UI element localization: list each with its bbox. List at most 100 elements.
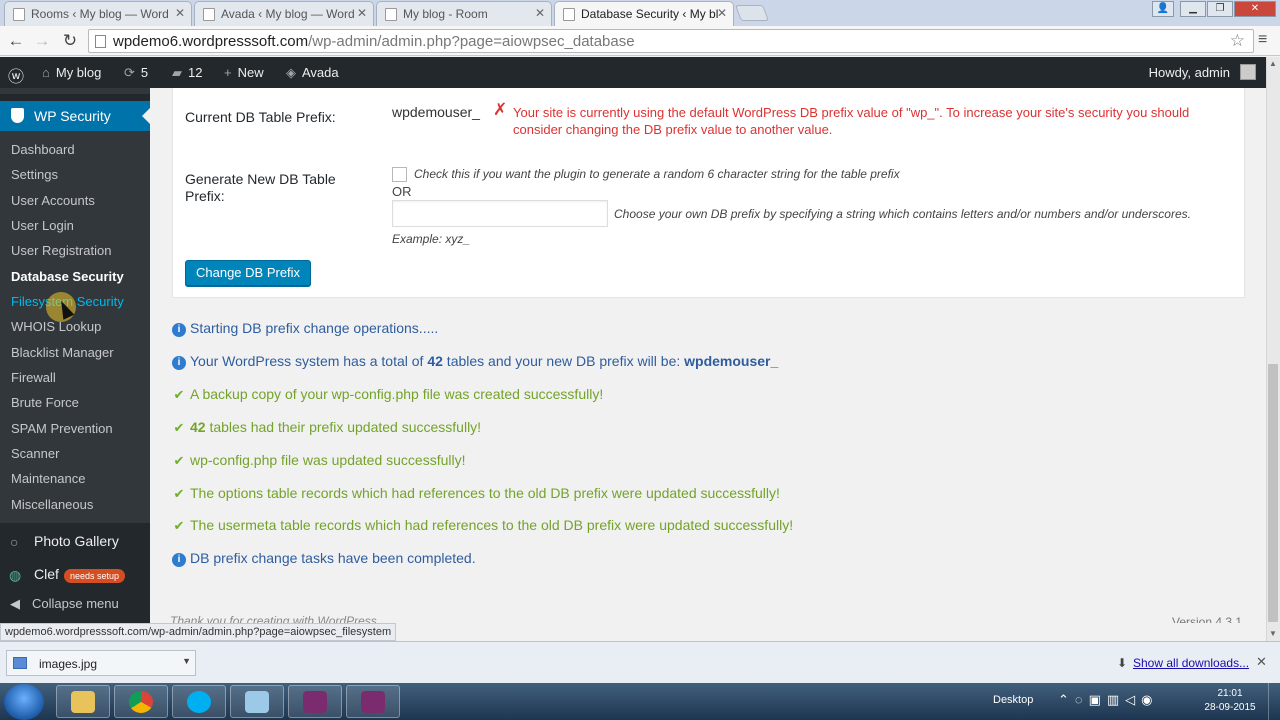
system-clock[interactable]: 21:01 28-09-2015 [1200, 687, 1260, 715]
circle-icon: ○ [10, 534, 19, 550]
show-desktop-button[interactable] [1268, 683, 1280, 720]
close-icon[interactable]: ✕ [535, 6, 545, 20]
greeting: Howdy, admin [1148, 65, 1230, 80]
address-bar[interactable]: wpdemo6.wordpresssoft.com/wp-admin/admin… [88, 29, 1254, 53]
clock-date: 28-09-2015 [1204, 702, 1256, 713]
scroll-up-arrow-icon[interactable]: ▲ [1266, 57, 1280, 71]
browser-tab[interactable]: Rooms ‹ My blog — Word ✕ [4, 1, 192, 26]
download-arrow-icon: ⬇ [1117, 656, 1128, 670]
close-icon[interactable]: ✕ [357, 6, 367, 20]
scroll-down-arrow-icon[interactable]: ▼ [1266, 627, 1280, 641]
submenu-brute-force[interactable]: Brute Force [11, 395, 79, 410]
active-menu-arrow [142, 108, 150, 124]
submenu-user-login[interactable]: User Login [11, 218, 74, 233]
browser-tab[interactable]: My blog - Room ✕ [376, 1, 552, 26]
clef-icon: ◍ [9, 567, 22, 583]
footer-version: Version 4.3.1 [1172, 615, 1243, 623]
browser-menu-icon[interactable]: ≡ [1258, 31, 1267, 49]
success-message: ✔ wp-config.php file was updated successf… [172, 452, 466, 469]
submenu-blacklist-manager[interactable]: Blacklist Manager [11, 345, 114, 360]
sidebar-item-clef[interactable]: ◍ Clef needs setup [0, 559, 150, 589]
user-icon[interactable]: 👤 [1152, 1, 1174, 17]
taskbar-notes[interactable] [230, 685, 284, 718]
bookmark-star-icon[interactable]: ☆ [1230, 31, 1245, 51]
taskbar-recorder[interactable] [288, 685, 342, 718]
tab-title: My blog - Room [403, 7, 488, 21]
desktop-toolbar-label[interactable]: Desktop [993, 694, 1033, 706]
submenu-user-registration[interactable]: User Registration [11, 243, 111, 258]
info-icon: i [172, 356, 186, 370]
forward-button[interactable]: → [31, 30, 53, 52]
taskbar-chrome[interactable] [114, 685, 168, 718]
taskbar-recorder-2[interactable] [346, 685, 400, 718]
close-icon[interactable]: ✕ [175, 6, 185, 20]
sidebar-top-edge [0, 88, 150, 94]
browser-tab[interactable]: Avada ‹ My blog — Word ✕ [194, 1, 374, 26]
prefix-warning: Your site is currently using the default… [513, 105, 1190, 137]
download-bar: images.jpg ▼ ⬇ Show all downloads... ✕ [0, 641, 1280, 683]
message-text: The usermeta table records which had ref… [190, 517, 794, 533]
status-bar-url: wpdemo6.wordpresssoft.com/wp-admin/admin… [0, 623, 397, 641]
change-db-prefix-button[interactable]: Change DB Prefix [185, 260, 312, 286]
taskbar-skype[interactable] [172, 685, 226, 718]
wordpress-logo-icon[interactable]: ⓦ [8, 63, 24, 87]
checkmark-icon: ✔ [173, 453, 185, 468]
site-name: My blog [55, 65, 102, 80]
browser-tab-active[interactable]: Database Security ‹ My bl ✕ [554, 1, 734, 26]
submenu-scanner[interactable]: Scanner [11, 446, 59, 461]
scrollbar-thumb[interactable] [1268, 364, 1278, 622]
footer-thanks: Thank you for creating with WordPress. [170, 614, 381, 623]
page-icon [563, 8, 575, 21]
url-path: /wp-admin/admin.php?page=aiowpsec_databa… [308, 33, 635, 50]
new-content-link[interactable]: + New [224, 65, 264, 80]
updates-count: 5 [140, 65, 149, 80]
start-button[interactable] [4, 684, 44, 720]
sidebar-item-label: Clef [34, 566, 59, 582]
sidebar-item-photo-gallery[interactable]: ○ Photo Gallery [0, 526, 150, 556]
screen: Rooms ‹ My blog — Word ✕ Avada ‹ My blog … [0, 0, 1280, 720]
clock-time: 21:01 [1217, 688, 1243, 699]
show-all-downloads-link[interactable]: Show all downloads... [1133, 656, 1249, 670]
submenu-spam-prevention[interactable]: SPAM Prevention [11, 421, 113, 436]
submenu-database-security[interactable]: Database Security [11, 269, 124, 284]
chevron-down-icon[interactable]: ▼ [182, 656, 191, 666]
download-item[interactable]: images.jpg ▼ [6, 650, 196, 676]
maximize-button[interactable]: ❐ [1207, 1, 1233, 17]
comments-link[interactable]: ▰ 12 [172, 65, 202, 81]
account-link[interactable]: Howdy, admin [1149, 65, 1230, 80]
tab-title: Database Security ‹ My bl [581, 7, 719, 21]
chrome-icon [129, 691, 153, 713]
tab-title: Avada ‹ My blog — Word [221, 7, 355, 21]
table-count: 42 [190, 419, 206, 435]
new-tab-button[interactable] [735, 5, 769, 21]
site-name-link[interactable]: ⌂ My blog [42, 65, 101, 80]
updates-link[interactable]: ⟳ 5 [124, 65, 148, 81]
taskbar-explorer[interactable] [56, 685, 110, 718]
submenu-firewall[interactable]: Firewall [11, 370, 56, 385]
submenu-dashboard[interactable]: Dashboard [11, 142, 75, 157]
avatar[interactable] [1240, 64, 1256, 80]
submenu-user-accounts[interactable]: User Accounts [11, 193, 95, 208]
submenu-settings[interactable]: Settings [11, 167, 58, 182]
or-separator: OR [392, 184, 412, 199]
avada-link[interactable]: ◈ Avada [286, 65, 339, 81]
window-close-button[interactable]: ✕ [1234, 1, 1276, 17]
success-message: ✔ 42 tables had their prefix updated succ… [172, 419, 482, 436]
table-count: 42 [427, 353, 443, 369]
back-button[interactable]: ← [5, 30, 27, 52]
submenu-miscellaneous[interactable]: Miscellaneous [11, 497, 93, 512]
info-message: i DB prefix change tasks have been comple… [172, 550, 476, 567]
current-prefix-label: Current DB Table Prefix: [185, 109, 336, 125]
error-x-icon: ✗ [493, 100, 508, 119]
random-prefix-checkbox[interactable] [392, 167, 407, 182]
close-icon[interactable]: ✕ [717, 6, 727, 20]
close-icon[interactable]: ✕ [1256, 654, 1267, 670]
custom-prefix-input[interactable] [392, 200, 608, 227]
comments-count: 12 [188, 65, 203, 80]
submenu-maintenance[interactable]: Maintenance [11, 471, 85, 486]
image-file-icon [13, 657, 27, 669]
system-tray-icons[interactable]: ⌃◌▣▥◁◉ [1058, 692, 1159, 708]
minimize-button[interactable]: ▁ [1180, 1, 1206, 17]
reload-button[interactable]: ↻ [59, 30, 81, 52]
sidebar-item-wp-security[interactable]: WP Security [0, 101, 150, 131]
